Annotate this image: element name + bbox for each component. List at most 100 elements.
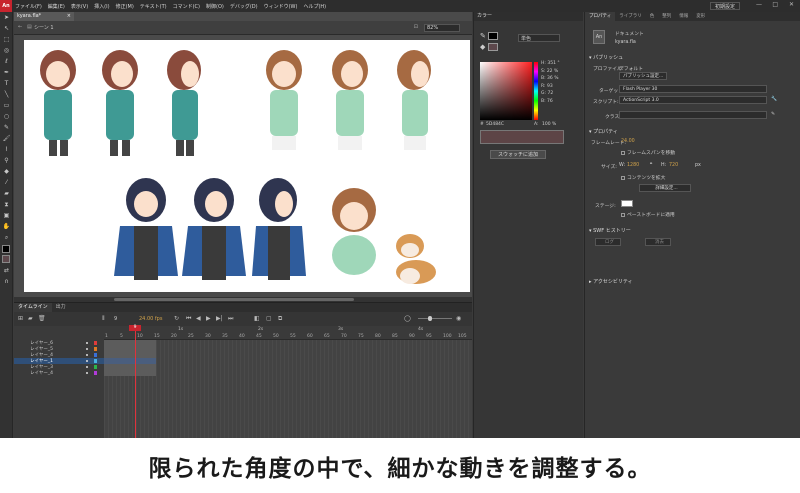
stage-scroll-thumb[interactable]: [114, 298, 354, 301]
advanced-settings-button[interactable]: 詳細設定...: [639, 184, 691, 192]
fill-type-select[interactable]: 単色: [518, 34, 560, 42]
tab-library[interactable]: ライブラリ: [615, 12, 646, 21]
onion-skin-icon[interactable]: ◧: [254, 315, 260, 322]
document-tab[interactable]: kyara.fla* ×: [14, 12, 74, 21]
tab-info[interactable]: 情報: [675, 12, 692, 21]
hex-value[interactable]: 5D484C: [486, 122, 504, 127]
menu-help[interactable]: ヘルプ(H): [300, 3, 329, 10]
tab-properties[interactable]: プロパティ: [585, 12, 616, 21]
menu-text[interactable]: テキスト(T): [137, 3, 170, 10]
pencil-tool-icon[interactable]: ✎: [0, 122, 13, 133]
rectangle-tool-icon[interactable]: ▭: [0, 100, 13, 111]
layer-color-swatch[interactable]: [94, 365, 97, 369]
menu-window[interactable]: ウィンドウ(W): [261, 3, 301, 10]
accessibility-header[interactable]: ▸ アクセシビリティ: [589, 278, 633, 285]
timeline-zoom-thumb[interactable]: [428, 316, 432, 321]
menu-modify[interactable]: 修正(M): [113, 3, 137, 10]
eraser-tool-icon[interactable]: ▰: [0, 188, 13, 199]
menu-control[interactable]: 制御(O): [203, 3, 227, 10]
zoom-in-icon[interactable]: ◉: [456, 315, 461, 322]
hand-tool-icon[interactable]: ✋: [0, 221, 13, 232]
tab-align[interactable]: 整列: [658, 12, 675, 21]
layer-color-swatch[interactable]: [94, 359, 97, 363]
brush-tool-icon[interactable]: 🖌: [0, 133, 13, 144]
link-dimensions-icon[interactable]: ⚭: [649, 162, 653, 167]
menu-file[interactable]: ファイル(F): [12, 3, 45, 10]
edit-class-icon[interactable]: ✎: [771, 112, 775, 117]
pasteboard-checkbox[interactable]: ペーストボードに適用: [621, 211, 675, 218]
workspace-switcher[interactable]: 初期設定: [709, 2, 740, 10]
play-icon[interactable]: ▶: [206, 315, 211, 322]
fps-display[interactable]: 24.00 fps: [139, 316, 162, 322]
menu-insert[interactable]: 挿入(I): [91, 3, 112, 10]
frame-span[interactable]: [104, 370, 156, 376]
green-value[interactable]: 72: [547, 91, 553, 96]
stroke-swatch[interactable]: [488, 32, 498, 40]
subselection-tool-icon[interactable]: ↖: [0, 23, 13, 34]
playhead-marker[interactable]: 9: [129, 325, 141, 331]
zoom-out-icon[interactable]: ◯: [404, 315, 411, 322]
frame-span-checkbox[interactable]: フレームスパンを移動: [621, 149, 675, 156]
prev-frame-icon[interactable]: ◀: [196, 315, 201, 322]
maximize-icon[interactable]: □: [772, 1, 778, 8]
tab-timeline[interactable]: タイムライン: [14, 303, 52, 312]
fill-swatch[interactable]: [488, 43, 498, 51]
frame-grid[interactable]: [104, 340, 472, 438]
blue-value[interactable]: 76: [547, 99, 553, 104]
width-value[interactable]: 1280: [627, 163, 639, 168]
new-folder-icon[interactable]: ▰: [28, 315, 33, 322]
script-select[interactable]: ActionScript 3.0: [619, 96, 767, 104]
visibility-dot[interactable]: [86, 354, 88, 356]
close-window-icon[interactable]: ✕: [789, 1, 794, 8]
layer-color-swatch[interactable]: [94, 371, 97, 375]
visibility-dot[interactable]: [86, 366, 88, 368]
fill-color-swatch[interactable]: [2, 255, 10, 263]
back-arrow-icon[interactable]: ←: [18, 24, 22, 30]
pen-tool-icon[interactable]: ✒: [0, 67, 13, 78]
3d-rotation-tool-icon[interactable]: ◎: [0, 45, 13, 56]
camera-tool-icon[interactable]: ▣: [0, 210, 13, 221]
menu-debug[interactable]: デバッグ(D): [227, 3, 261, 10]
tab-swatches[interactable]: 色: [646, 12, 659, 21]
visibility-dot[interactable]: [86, 372, 88, 374]
timeline-zoom-slider[interactable]: [418, 318, 452, 319]
paint-brush-tool-icon[interactable]: ⌇: [0, 144, 13, 155]
menu-view[interactable]: 表示(V): [68, 3, 91, 10]
layer-color-swatch[interactable]: [94, 341, 97, 345]
lasso-tool-icon[interactable]: ℓ: [0, 56, 13, 67]
brightness-value[interactable]: 36 %: [547, 76, 558, 81]
fill-bucket-icon[interactable]: ◆: [480, 43, 485, 51]
height-value[interactable]: 720: [669, 163, 678, 168]
alpha-value[interactable]: 100 %: [542, 122, 556, 127]
saturation-value[interactable]: 22 %: [547, 69, 558, 74]
scale-content-checkbox[interactable]: コンテンツを拡大: [621, 174, 665, 181]
new-layer-icon[interactable]: ⊞: [18, 315, 23, 322]
stroke-pen-icon[interactable]: ✎: [480, 32, 486, 40]
fit-stage-icon[interactable]: ⊡: [414, 24, 418, 30]
stroke-color-swatch[interactable]: [2, 245, 10, 253]
current-frame[interactable]: 9: [114, 316, 117, 322]
eyedropper-tool-icon[interactable]: ⁄: [0, 177, 13, 188]
onion-outline-icon[interactable]: ▢: [266, 315, 272, 322]
minimize-icon[interactable]: —: [756, 1, 762, 8]
clear-button[interactable]: 消去: [645, 238, 671, 246]
menu-edit[interactable]: 編集(E): [45, 3, 68, 10]
layer-row[interactable]: レイヤー_4: [14, 370, 104, 376]
fps-value[interactable]: 24.00: [621, 139, 635, 144]
paint-bucket-tool-icon[interactable]: ◆: [0, 166, 13, 177]
center-frame-icon[interactable]: ⫴: [102, 315, 105, 323]
menu-commands[interactable]: コマンド(C): [170, 3, 203, 10]
delete-layer-icon[interactable]: 🗑: [38, 315, 46, 322]
stage-color-swatch[interactable]: [621, 200, 633, 207]
add-swatch-button[interactable]: スウォッチに追加: [490, 150, 546, 159]
stage-canvas[interactable]: [24, 40, 470, 292]
text-tool-icon[interactable]: T: [0, 78, 13, 89]
tab-output[interactable]: 出力: [52, 303, 70, 312]
layer-color-swatch[interactable]: [94, 347, 97, 351]
visibility-dot[interactable]: [86, 360, 88, 362]
publish-settings-button[interactable]: パブリッシュ設定...: [619, 72, 667, 80]
first-frame-icon[interactable]: ⏮: [186, 315, 191, 323]
snap-magnet-icon[interactable]: ∩: [0, 276, 13, 287]
playhead-line[interactable]: [135, 325, 136, 438]
hue-slider[interactable]: [534, 62, 538, 120]
